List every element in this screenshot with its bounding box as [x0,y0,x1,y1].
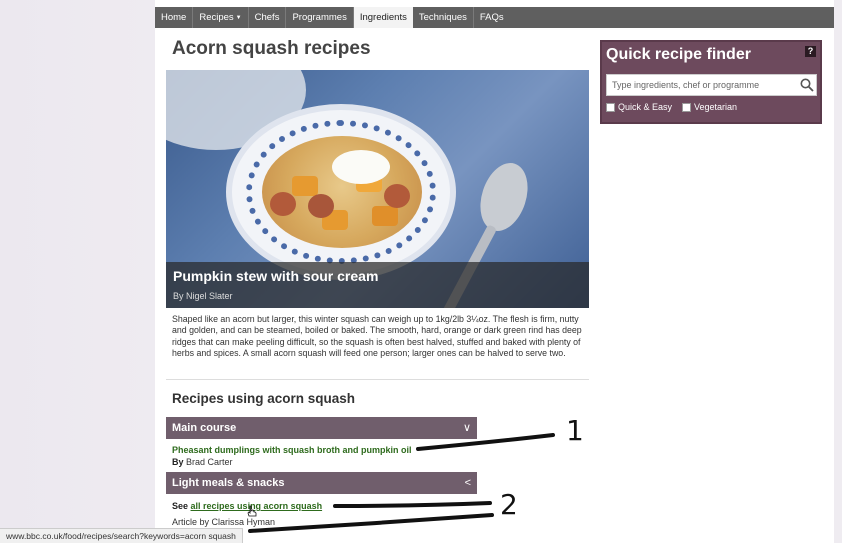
nav-recipes[interactable]: Recipes ▼ [193,7,249,28]
nav-faqs[interactable]: FAQs [474,7,510,28]
nav-techniques[interactable]: Techniques [413,7,474,28]
category-light-meals[interactable]: Light meals & snacks < [166,472,477,494]
quick-easy-checkbox[interactable]: Quick & Easy [606,102,672,112]
chevron-down-icon: ▼ [235,15,242,21]
annotation-label-2: 2 [500,488,518,521]
hero-author: By Nigel Slater [173,291,233,301]
hero-feature[interactable]: Pumpkin stew with sour cream By Nigel Sl… [166,70,589,308]
page-title: Acorn squash recipes [172,38,371,59]
hand-cursor-icon [247,505,257,517]
finder-search-input[interactable] [606,74,817,96]
divider [166,379,589,380]
recipe-link-pheasant-dumplings[interactable]: Pheasant dumplings with squash broth and… [172,445,412,455]
nav-ingredients[interactable]: Ingredients [353,7,413,28]
recipe-chef: By Brad Carter [172,457,233,467]
hero-caption: Pumpkin stew with sour cream By Nigel Sl… [166,262,589,308]
stew-bowl-image [226,104,456,280]
help-icon[interactable]: ? [805,46,816,57]
search-icon[interactable] [799,77,815,93]
article-byline[interactable]: Article by Clarissa Hyman [172,517,275,527]
chef-name[interactable]: Brad Carter [186,457,233,467]
browser-status-bar: www.bbc.co.uk/food/recipes/search?keywor… [0,528,243,543]
nav-home[interactable]: Home [155,7,194,28]
spoon-graphic [472,156,536,238]
category-main-course[interactable]: Main course ∨ [166,417,477,439]
chevron-left-icon: < [464,477,471,489]
nav-programmes[interactable]: Programmes [286,7,354,28]
main-navigation: Home Recipes ▼ Chefs Programmes Ingredien… [155,7,834,28]
recipes-section-title: Recipes using acorn squash [172,391,356,406]
vegetarian-checkbox[interactable]: Vegetarian [682,102,737,112]
nav-chefs[interactable]: Chefs [249,7,287,28]
ingredient-description: Shaped like an acorn but larger, this wi… [172,314,582,359]
quick-recipe-finder: Quick recipe finder ? Quick & Easy Veget… [600,40,822,124]
chevron-down-icon: ∨ [462,422,471,434]
annotation-label-1: 1 [566,414,584,447]
page-content: Home Recipes ▼ Chefs Programmes Ingredien… [155,0,834,543]
hero-recipe-title[interactable]: Pumpkin stew with sour cream [173,268,378,284]
finder-title: Quick recipe finder [606,46,751,63]
